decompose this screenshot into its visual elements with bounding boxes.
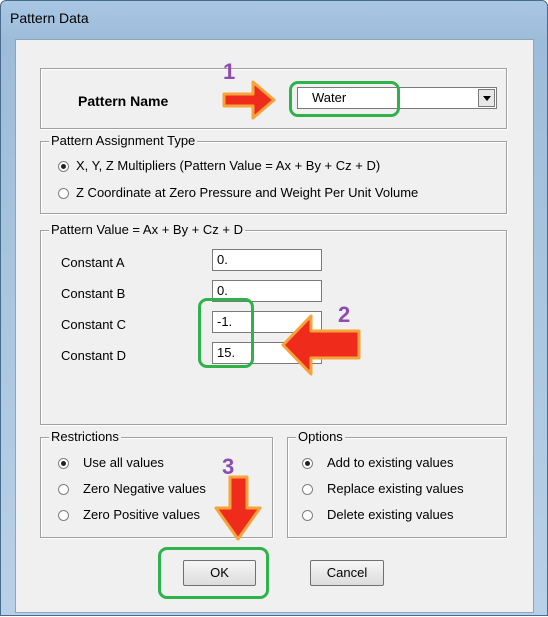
xyz-multipliers-label[interactable]: X, Y, Z Multipliers (Pattern Value = Ax …	[76, 158, 380, 174]
use-all-values-label[interactable]: Use all values	[83, 455, 164, 471]
constant-a-input[interactable]: 0.	[212, 249, 322, 271]
title-bar[interactable]: Pattern Data	[1, 1, 547, 37]
constants-cd-highlight	[198, 298, 254, 368]
cancel-button[interactable]: Cancel	[310, 560, 384, 586]
options-legend: Options	[296, 429, 345, 445]
delete-existing-label[interactable]: Delete existing values	[327, 507, 453, 523]
step-2-number: 2	[338, 302, 351, 327]
add-to-existing-label[interactable]: Add to existing values	[327, 455, 453, 471]
ok-button-highlight	[158, 547, 269, 599]
restrictions-group: Restrictions Use all values Zero Negativ…	[40, 429, 273, 538]
assignment-type-group: Pattern Assignment Type X, Y, Z Multipli…	[40, 133, 507, 214]
radio-xyz-multipliers[interactable]	[58, 161, 69, 172]
assignment-type-legend: Pattern Assignment Type	[49, 133, 198, 149]
radio-zero-negative[interactable]	[58, 484, 69, 495]
window-title: Pattern Data	[10, 10, 89, 26]
radio-zero-positive[interactable]	[58, 510, 69, 521]
constant-c-label: Constant C	[61, 317, 127, 332]
radio-add-to-existing[interactable]	[302, 458, 313, 469]
zero-positive-label[interactable]: Zero Positive values	[83, 507, 200, 523]
constant-d-label: Constant D	[61, 348, 127, 363]
options-group: Options Add to existing values Replace e…	[287, 429, 507, 538]
radio-z-coordinate[interactable]	[58, 188, 69, 199]
dialog-body: Pattern Name Water Pattern Assignment Ty…	[15, 39, 534, 613]
constant-a-label: Constant A	[61, 255, 125, 270]
radio-use-all-values[interactable]	[58, 458, 69, 469]
pattern-value-legend: Pattern Value = Ax + By + Cz + D	[49, 222, 245, 238]
step-1-number: 1	[223, 59, 236, 84]
replace-existing-label[interactable]: Replace existing values	[327, 481, 464, 497]
constant-b-label: Constant B	[61, 286, 126, 301]
pattern-name-group: Pattern Name Water	[40, 68, 507, 129]
step-3-number: 3	[222, 454, 235, 479]
pattern-data-dialog: Pattern Data Pattern Name Water Pattern …	[0, 0, 548, 616]
z-coordinate-label[interactable]: Z Coordinate at Zero Pressure and Weight…	[76, 185, 418, 201]
pattern-name-highlight	[289, 81, 400, 117]
radio-delete-existing[interactable]	[302, 510, 313, 521]
pattern-value-group: Pattern Value = Ax + By + Cz + D Constan…	[40, 222, 507, 425]
restrictions-legend: Restrictions	[49, 429, 121, 445]
pattern-name-label: Pattern Name	[78, 93, 169, 109]
radio-replace-existing[interactable]	[302, 484, 313, 495]
dropdown-arrow-icon[interactable]	[478, 89, 495, 107]
zero-negative-label[interactable]: Zero Negative values	[83, 481, 206, 497]
